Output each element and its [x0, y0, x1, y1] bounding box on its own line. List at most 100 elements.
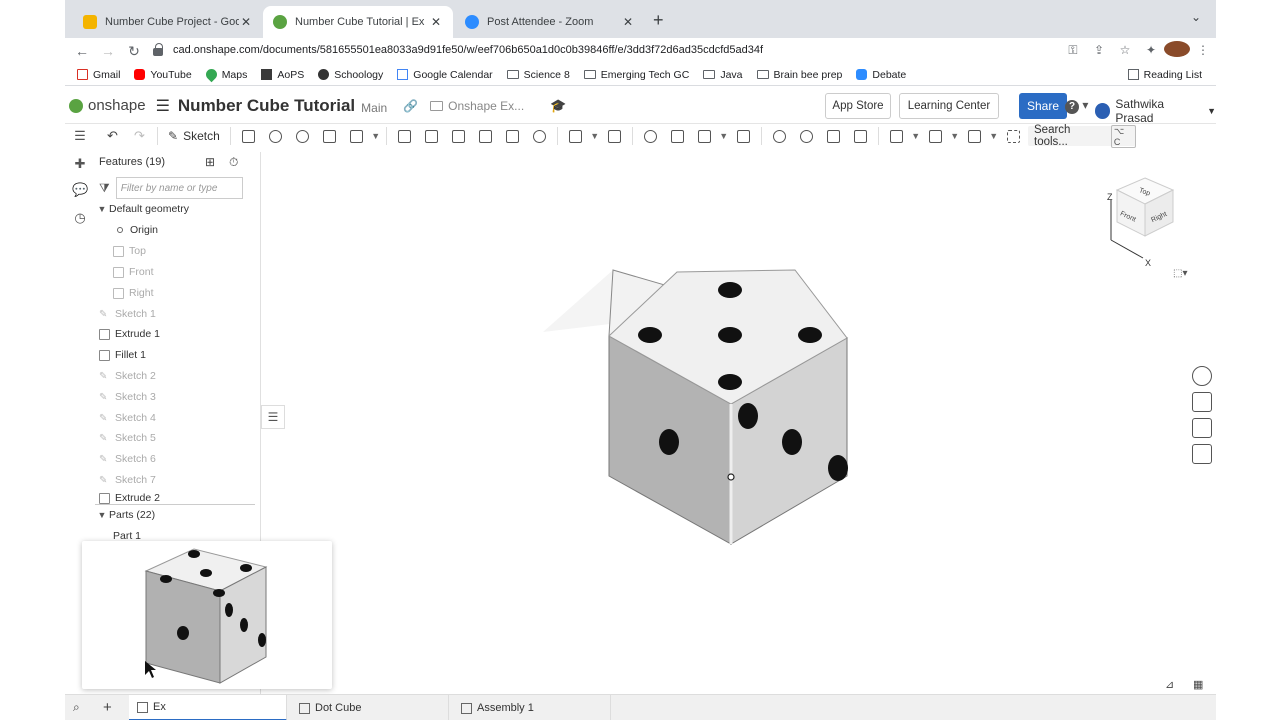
- configuration-icon[interactable]: [1192, 418, 1212, 438]
- feature-list-icon[interactable]: ☰: [72, 128, 88, 144]
- undo-icon[interactable]: ↶: [99, 128, 126, 144]
- forward-arrow-icon[interactable]: →: [95, 43, 121, 59]
- bookmark-aops[interactable]: AoPS: [261, 69, 304, 81]
- reading-list[interactable]: Reading List: [1127, 69, 1202, 81]
- variable-icon[interactable]: [1192, 444, 1212, 464]
- add-custom-feature-icon[interactable]: [1000, 129, 1027, 143]
- default-geometry-group[interactable]: ▼ Default geometry: [95, 199, 261, 219]
- onshape-logo[interactable]: onshape: [69, 97, 146, 114]
- tab-assembly-1[interactable]: Assembly 1: [453, 695, 611, 720]
- bookmark-brain-bee[interactable]: Brain bee prep: [756, 69, 842, 81]
- draft-icon[interactable]: [445, 129, 472, 143]
- close-icon[interactable]: ✕: [239, 15, 253, 29]
- kebab-menu-icon[interactable]: ⋮: [1190, 43, 1216, 57]
- feature-extrude-2[interactable]: Extrude 2: [95, 491, 261, 505]
- chevron-down-icon[interactable]: ▼: [910, 131, 922, 141]
- mass-properties-icon[interactable]: ▦: [1193, 678, 1203, 691]
- insert-tab-icon[interactable]: +: [103, 699, 112, 716]
- close-icon[interactable]: ✕: [429, 15, 443, 29]
- profile-avatar[interactable]: [1164, 40, 1190, 60]
- bookmark-maps[interactable]: Maps: [203, 66, 247, 83]
- view-cube[interactable]: Z X Top Front Right: [1085, 160, 1205, 270]
- hole-icon[interactable]: [526, 129, 553, 143]
- feature-plane-right[interactable]: Right: [95, 283, 261, 303]
- bookmark-java[interactable]: Java: [703, 69, 743, 81]
- browser-tab-google[interactable]: Number Cube Project - Google ✕: [73, 6, 263, 38]
- add-variable-icon[interactable]: ✚: [72, 156, 88, 172]
- help-icon[interactable]: ? ▾: [1065, 98, 1088, 114]
- chevron-down-icon[interactable]: ▼: [718, 131, 730, 141]
- extensions-icon[interactable]: ✦: [1138, 43, 1164, 57]
- loft-icon[interactable]: [316, 129, 343, 143]
- feature-plane-top[interactable]: Top: [95, 241, 261, 261]
- user-menu[interactable]: Sathwika Prasad ▼: [1095, 97, 1216, 125]
- folder-link[interactable]: Onshape Ex...: [430, 99, 524, 113]
- learning-center-button[interactable]: Learning Center: [899, 93, 999, 119]
- bookmark-google-calendar[interactable]: Google Calendar: [397, 69, 493, 81]
- close-icon[interactable]: ✕: [621, 15, 635, 29]
- rollback-timer-icon[interactable]: ⏱: [229, 155, 238, 170]
- delete-part-icon[interactable]: [730, 129, 757, 143]
- graphics-viewport[interactable]: [261, 150, 1216, 694]
- boolean-icon[interactable]: [637, 129, 664, 143]
- url-field[interactable]: cad.onshape.com/documents/581655501ea803…: [153, 38, 1053, 62]
- measure-icon[interactable]: ⊿: [1165, 678, 1174, 691]
- feature-fillet-1[interactable]: Fillet 1: [95, 345, 261, 365]
- add-folder-icon[interactable]: ⊞: [205, 155, 215, 169]
- transform-icon[interactable]: [691, 129, 718, 143]
- bookmark-youtube[interactable]: YouTube: [134, 69, 192, 81]
- graduation-cap-icon[interactable]: 🎓: [550, 98, 566, 114]
- shell-icon[interactable]: [499, 129, 526, 143]
- feature-extrude-1[interactable]: Extrude 1: [95, 324, 261, 344]
- plane-icon[interactable]: [883, 129, 910, 143]
- share-page-icon[interactable]: ⇪: [1086, 43, 1112, 57]
- rib-icon[interactable]: [472, 129, 499, 143]
- bookmark-schoology[interactable]: Schoology: [318, 69, 383, 81]
- chevron-down-icon[interactable]: ▼: [589, 131, 601, 141]
- tab-ex[interactable]: Ex: [129, 695, 287, 720]
- chevron-down-icon[interactable]: ▼: [370, 131, 382, 141]
- view-options-icon[interactable]: ⬚▾: [1173, 268, 1187, 279]
- browser-tab-onshape[interactable]: Number Cube Tutorial | Ex ✕: [263, 6, 453, 38]
- new-tab-icon[interactable]: +: [653, 10, 664, 31]
- sweep-icon[interactable]: [289, 129, 316, 143]
- search-tools-input[interactable]: Search tools... ⌥ C: [1028, 124, 1136, 148]
- bookmark-debate[interactable]: Debate: [856, 69, 906, 81]
- mate-connector-icon[interactable]: [922, 129, 949, 143]
- chevron-down-icon[interactable]: ▼: [949, 131, 961, 141]
- thicken-icon[interactable]: [343, 129, 370, 143]
- bookmark-emerging-tech[interactable]: Emerging Tech GC: [583, 69, 689, 81]
- feature-sketch-6[interactable]: ✎ Sketch 6: [95, 449, 261, 469]
- revolve-icon[interactable]: [262, 129, 289, 143]
- redo-icon[interactable]: ↷: [126, 128, 153, 144]
- reload-icon[interactable]: ↻: [121, 43, 147, 60]
- chevron-down-icon[interactable]: ▼: [988, 131, 1000, 141]
- feature-sketch-7[interactable]: ✎ Sketch 7: [95, 470, 261, 490]
- bookmark-gmail[interactable]: Gmail: [77, 69, 120, 81]
- number-cube-model[interactable]: [543, 269, 849, 545]
- bookmark-science-8[interactable]: Science 8: [506, 69, 570, 81]
- menu-icon[interactable]: ☰: [156, 96, 170, 116]
- sheet-metal-icon[interactable]: [961, 129, 988, 143]
- feature-sketch-2[interactable]: ✎ Sketch 2: [95, 366, 261, 386]
- replace-face-icon[interactable]: [847, 129, 874, 143]
- back-arrow-icon[interactable]: ←: [69, 43, 95, 59]
- fillet-icon[interactable]: [391, 129, 418, 143]
- feature-origin[interactable]: Origin: [95, 220, 261, 240]
- star-icon[interactable]: ☆: [1112, 43, 1138, 57]
- key-icon[interactable]: ⚿: [1060, 43, 1086, 58]
- filter-input[interactable]: Filter by name or type: [115, 177, 243, 199]
- sketch-button[interactable]: ✎ Sketch: [168, 129, 220, 143]
- pattern-icon[interactable]: [562, 129, 589, 143]
- delete-face-icon[interactable]: [793, 129, 820, 143]
- extrude-icon[interactable]: [235, 129, 262, 143]
- branch-label[interactable]: Main: [361, 101, 387, 115]
- feature-plane-front[interactable]: Front: [95, 262, 261, 282]
- comment-icon[interactable]: 💬: [72, 182, 88, 198]
- mirror-icon[interactable]: [601, 129, 628, 143]
- part-studio-icon[interactable]: [1192, 392, 1212, 412]
- chevron-down-icon[interactable]: ⌄: [1191, 10, 1201, 24]
- feature-sketch-1[interactable]: ✎ Sketch 1: [95, 304, 261, 324]
- modify-fillet-icon[interactable]: [766, 129, 793, 143]
- link-icon[interactable]: 🔗: [403, 99, 418, 113]
